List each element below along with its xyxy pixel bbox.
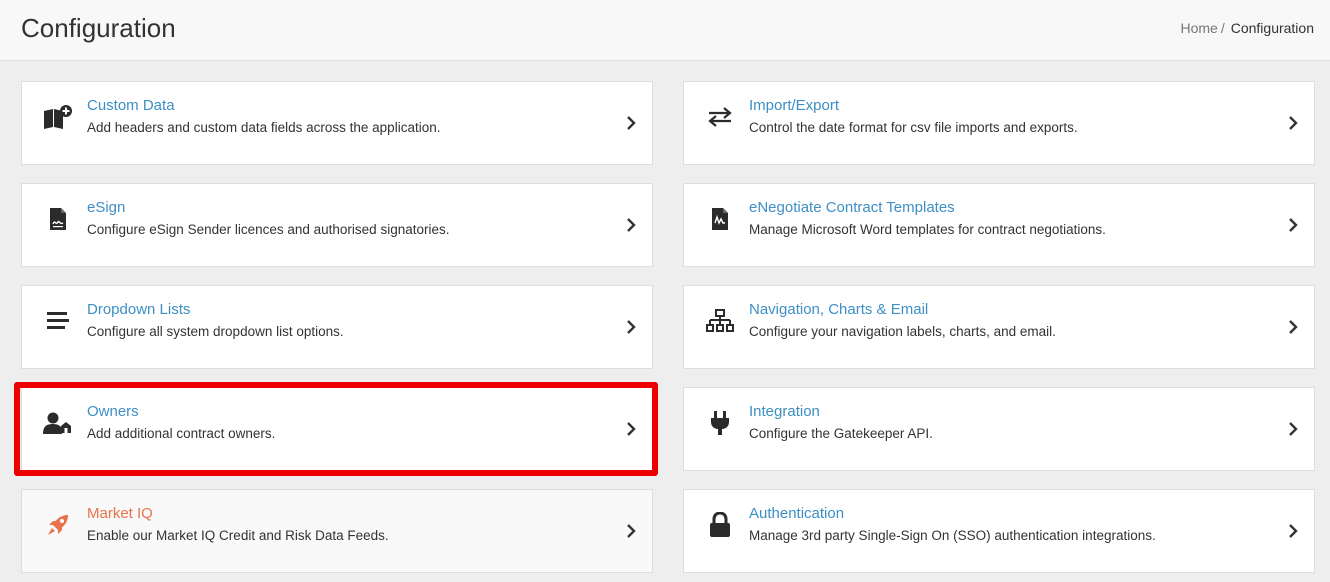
config-card-integration[interactable]: Integration Configure the Gatekeeper API… — [683, 387, 1315, 471]
chevron-right-icon — [1289, 524, 1298, 538]
chevron-right-icon — [627, 524, 636, 538]
config-card-owners[interactable]: Owners Add additional contract owners. — [21, 387, 653, 471]
list-lines-icon — [42, 308, 74, 334]
card-description: Control the date format for csv file imp… — [749, 120, 1078, 135]
lock-icon — [704, 512, 736, 538]
config-card-dropdown-lists[interactable]: Dropdown Lists Configure all system drop… — [21, 285, 653, 369]
config-card-market-iq[interactable]: Market IQ Enable our Market IQ Credit an… — [21, 489, 653, 573]
card-description: Enable our Market IQ Credit and Risk Dat… — [87, 528, 389, 543]
config-card-custom-data[interactable]: Custom Data Add headers and custom data … — [21, 81, 653, 165]
chevron-right-icon — [627, 422, 636, 436]
config-card-esign[interactable]: eSign Configure eSign Sender licences an… — [21, 183, 653, 267]
card-title: Market IQ — [87, 505, 153, 522]
card-title: Integration — [749, 403, 820, 420]
card-description: Add headers and custom data fields acros… — [87, 120, 441, 135]
config-card-authentication[interactable]: Authentication Manage 3rd party Single-S… — [683, 489, 1315, 573]
arrows-exchange-icon — [704, 104, 736, 130]
chevron-right-icon — [1289, 320, 1298, 334]
chevron-right-icon — [1289, 218, 1298, 232]
card-description: Configure the Gatekeeper API. — [749, 426, 933, 441]
card-title: Authentication — [749, 505, 845, 522]
chevron-right-icon — [627, 320, 636, 334]
chevron-right-icon — [1289, 116, 1298, 130]
card-description: Manage Microsoft Word templates for cont… — [749, 222, 1106, 237]
config-card-enegotiate-templates[interactable]: eNegotiate Contract Templates Manage Mic… — [683, 183, 1315, 267]
plug-icon — [704, 410, 736, 436]
chevron-right-icon — [1289, 422, 1298, 436]
card-description: Add additional contract owners. — [87, 426, 276, 441]
card-description: Configure your navigation labels, charts… — [749, 324, 1056, 339]
page-header: Configuration Home / Configuration — [0, 0, 1330, 61]
card-description: Manage 3rd party Single-Sign On (SSO) au… — [749, 528, 1156, 543]
card-title: eSign — [87, 199, 126, 216]
breadcrumb-home[interactable]: Home — [1180, 20, 1217, 36]
breadcrumb-separator: / — [1220, 20, 1225, 36]
config-card-navigation-charts-email[interactable]: Navigation, Charts & Email Configure you… — [683, 285, 1315, 369]
card-title: Navigation, Charts & Email — [749, 301, 929, 318]
chevron-right-icon — [627, 218, 636, 232]
breadcrumb: Home / Configuration — [1180, 20, 1314, 36]
card-title: Custom Data — [87, 97, 175, 114]
contract-file-icon — [704, 206, 736, 232]
card-description: Configure eSign Sender licences and auth… — [87, 222, 450, 237]
card-title: Dropdown Lists — [87, 301, 191, 318]
book-plus-icon — [42, 104, 74, 130]
rocket-icon — [42, 512, 74, 538]
card-title: Owners — [87, 403, 139, 420]
card-title: eNegotiate Contract Templates — [749, 199, 955, 216]
card-description: Configure all system dropdown list optio… — [87, 324, 344, 339]
chevron-right-icon — [627, 116, 636, 130]
signed-document-icon — [42, 206, 74, 232]
user-gear-icon — [42, 410, 74, 436]
breadcrumb-current: Configuration — [1230, 20, 1314, 36]
card-title: Import/Export — [749, 97, 840, 114]
config-card-import-export[interactable]: Import/Export Control the date format fo… — [683, 81, 1315, 165]
sitemap-icon — [704, 308, 736, 334]
page-title: Configuration — [21, 13, 176, 43]
